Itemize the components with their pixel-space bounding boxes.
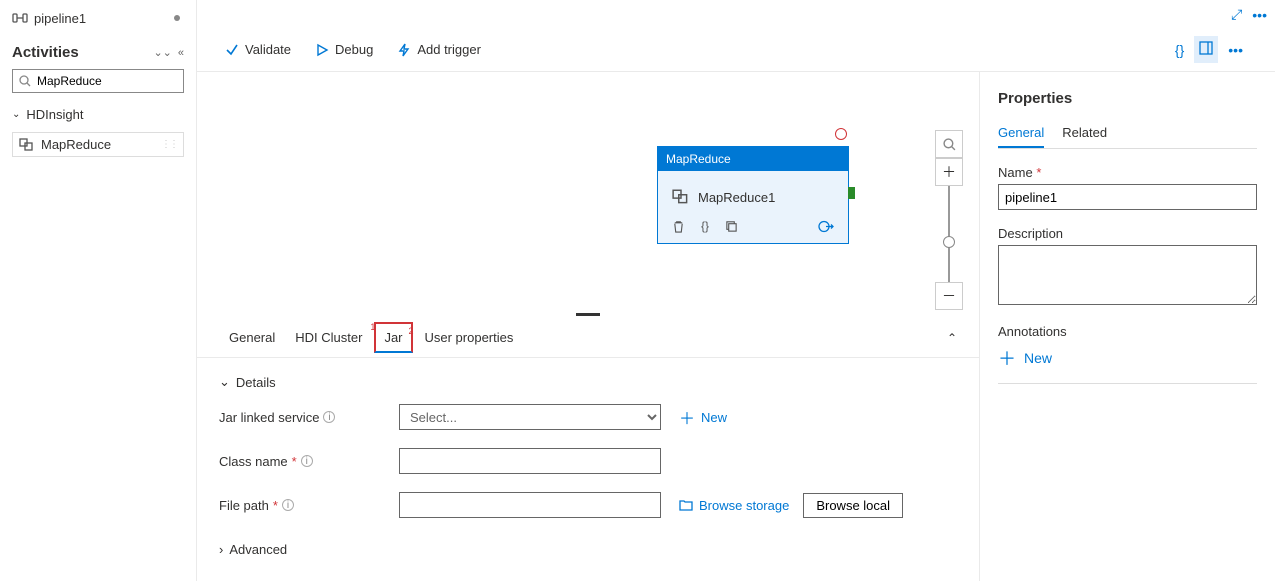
jar-linked-service-select[interactable]: Select... bbox=[399, 404, 661, 430]
check-icon bbox=[225, 43, 239, 57]
pipeline-name: pipeline1 bbox=[34, 11, 174, 26]
unsaved-dot-icon bbox=[174, 15, 180, 21]
error-count-badge: 2 bbox=[408, 326, 413, 336]
add-trigger-button[interactable]: Add trigger bbox=[397, 42, 481, 57]
info-icon[interactable]: i bbox=[323, 411, 335, 423]
validate-button[interactable]: Validate bbox=[225, 42, 291, 57]
advanced-section-toggle[interactable]: › Advanced bbox=[219, 536, 957, 571]
jar-linked-service-label: Jar linked service i bbox=[219, 410, 399, 425]
expand-icon[interactable]: ⤢ bbox=[1231, 6, 1242, 23]
tab-general[interactable]: General bbox=[219, 320, 285, 355]
activity-node[interactable]: MapReduce MapReduce1 {} bbox=[657, 146, 849, 244]
collapse-panel-icon[interactable]: « bbox=[178, 47, 184, 59]
info-icon[interactable]: i bbox=[282, 499, 294, 511]
zoom-in-button[interactable]: ＋ bbox=[935, 158, 963, 186]
activities-heading: Activities bbox=[12, 44, 153, 61]
properties-heading: Properties bbox=[998, 90, 1257, 107]
run-icon[interactable] bbox=[818, 220, 834, 233]
node-code-icon[interactable]: {} bbox=[701, 219, 709, 233]
success-connector[interactable] bbox=[848, 187, 855, 199]
activity-label: MapReduce bbox=[41, 137, 111, 152]
node-name-label: MapReduce1 bbox=[698, 190, 775, 205]
tab-jar[interactable]: Jar 2 bbox=[374, 322, 412, 353]
info-icon[interactable]: i bbox=[301, 455, 313, 467]
lightning-icon bbox=[397, 43, 411, 57]
search-icon bbox=[19, 75, 31, 87]
props-tab-related[interactable]: Related bbox=[1062, 119, 1107, 148]
chevron-down-icon: ⌄ bbox=[12, 109, 20, 120]
mapreduce-icon bbox=[672, 189, 690, 205]
name-input[interactable] bbox=[998, 184, 1257, 210]
tab-hdi-cluster[interactable]: HDI Cluster 1 bbox=[285, 320, 372, 355]
name-field-label: Name * bbox=[998, 165, 1257, 180]
class-name-input[interactable] bbox=[399, 448, 661, 474]
toolbar-more-icon[interactable]: ••• bbox=[1224, 38, 1247, 62]
collapse-all-icon[interactable]: ⌄⌄ bbox=[153, 46, 171, 59]
copy-icon[interactable] bbox=[725, 220, 738, 233]
zoom-search-icon[interactable] bbox=[935, 130, 963, 158]
node-header: MapReduce bbox=[658, 147, 848, 171]
category-hdinsight[interactable]: ⌄ HDInsight bbox=[0, 101, 196, 128]
zoom-slider[interactable] bbox=[948, 186, 950, 282]
grip-icon: ⋮⋮ bbox=[161, 139, 177, 150]
pipeline-icon bbox=[12, 11, 28, 25]
description-field-label: Description bbox=[998, 226, 1257, 241]
debug-button[interactable]: Debug bbox=[315, 42, 373, 57]
new-linked-service-button[interactable]: ＋New bbox=[679, 405, 727, 429]
search-input[interactable] bbox=[37, 74, 177, 88]
class-name-label: Class name * i bbox=[219, 454, 399, 469]
play-icon bbox=[315, 43, 329, 57]
properties-toggle-icon[interactable] bbox=[1194, 36, 1218, 63]
description-textarea[interactable] bbox=[998, 245, 1257, 305]
annotations-label: Annotations bbox=[998, 324, 1257, 339]
zoom-out-button[interactable]: － bbox=[935, 282, 963, 310]
chevron-down-icon: ⌄ bbox=[219, 374, 230, 390]
file-path-label: File path * i bbox=[219, 498, 399, 513]
file-path-input[interactable] bbox=[399, 492, 661, 518]
search-input-wrapper[interactable] bbox=[12, 69, 184, 93]
activity-mapreduce[interactable]: MapReduce ⋮⋮ bbox=[12, 132, 184, 157]
pipeline-tab[interactable]: pipeline1 bbox=[0, 0, 196, 36]
pipeline-canvas[interactable]: MapReduce MapReduce1 {} bbox=[197, 72, 979, 581]
chevron-right-icon: › bbox=[219, 542, 223, 557]
new-annotation-button[interactable]: ＋New bbox=[998, 345, 1257, 371]
category-label: HDInsight bbox=[26, 107, 83, 122]
browse-local-button[interactable]: Browse local bbox=[803, 493, 903, 518]
browse-storage-button[interactable]: Browse storage bbox=[679, 498, 789, 513]
collapse-panel-icon[interactable]: ⌃ bbox=[947, 331, 957, 345]
props-tab-general[interactable]: General bbox=[998, 119, 1044, 148]
mapreduce-icon bbox=[19, 138, 35, 152]
details-section-toggle[interactable]: ⌄ Details bbox=[219, 368, 957, 404]
code-view-icon[interactable]: {} bbox=[1171, 38, 1188, 62]
validation-error-icon bbox=[835, 128, 847, 140]
folder-icon bbox=[679, 499, 693, 511]
tab-user-properties[interactable]: User properties bbox=[415, 320, 524, 355]
delete-icon[interactable] bbox=[672, 220, 685, 233]
more-icon[interactable]: ••• bbox=[1252, 7, 1267, 23]
